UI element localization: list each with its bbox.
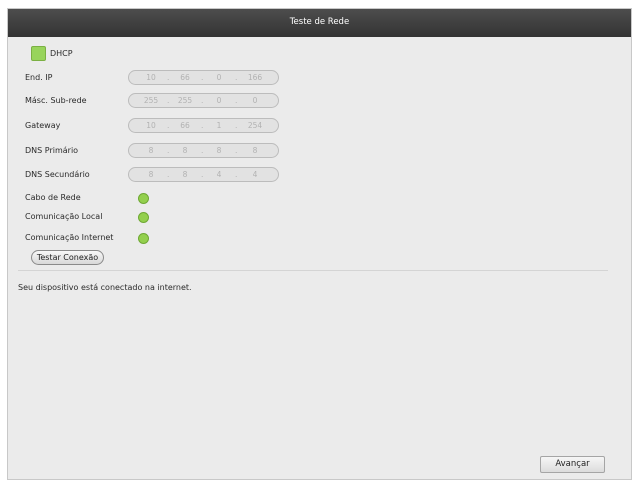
dns1-octet-1: 8 <box>148 146 154 155</box>
network-test-window: Teste de Rede <box>7 8 632 480</box>
octet-separator: . <box>167 73 170 82</box>
octet-separator: . <box>235 170 238 179</box>
dns1-octet-2: 8 <box>182 146 188 155</box>
octet-separator: . <box>235 73 238 82</box>
gateway-octet-1: 10 <box>146 121 156 130</box>
subnet-octet-3: 0 <box>216 96 222 105</box>
octet-separator: . <box>235 146 238 155</box>
ip-address-field: 10 . 66 . 0 . 166 <box>128 70 279 85</box>
network-cable-status-icon <box>138 193 149 204</box>
octet-separator: . <box>167 146 170 155</box>
gateway-octet-2: 66 <box>180 121 190 130</box>
subnet-mask-field: 255 . 255 . 0 . 0 <box>128 93 279 108</box>
octet-separator: . <box>167 170 170 179</box>
secondary-dns-label: DNS Secundário <box>25 170 90 179</box>
gateway-octet-4: 254 <box>247 121 263 130</box>
octet-separator: . <box>201 121 204 130</box>
secondary-dns-field: 8 . 8 . 4 . 4 <box>128 167 279 182</box>
octet-separator: . <box>167 121 170 130</box>
octet-separator: . <box>167 96 170 105</box>
internet-communication-label: Comunicação Internet <box>25 233 114 242</box>
window-title: Teste de Rede <box>8 9 631 37</box>
local-communication-label: Comunicação Local <box>25 212 103 221</box>
internet-communication-status-icon <box>138 233 149 244</box>
ip-octet-1: 10 <box>146 73 156 82</box>
gateway-octet-3: 1 <box>216 121 222 130</box>
dns2-octet-1: 8 <box>148 170 154 179</box>
divider <box>18 270 608 271</box>
octet-separator: . <box>201 73 204 82</box>
octet-separator: . <box>201 146 204 155</box>
dns2-octet-3: 4 <box>216 170 222 179</box>
subnet-octet-1: 255 <box>143 96 159 105</box>
octet-separator: . <box>235 96 238 105</box>
dns2-octet-2: 8 <box>182 170 188 179</box>
status-message: Seu dispositivo está conectado na intern… <box>18 283 192 292</box>
gateway-label: Gateway <box>25 121 61 130</box>
dhcp-checkbox[interactable] <box>31 46 46 61</box>
ip-octet-4: 166 <box>247 73 263 82</box>
local-communication-status-icon <box>138 212 149 223</box>
primary-dns-label: DNS Primário <box>25 146 79 155</box>
next-button[interactable]: Avançar <box>540 456 605 473</box>
dns1-octet-4: 8 <box>252 146 258 155</box>
gateway-field: 10 . 66 . 1 . 254 <box>128 118 279 133</box>
subnet-octet-2: 255 <box>177 96 193 105</box>
octet-separator: . <box>201 96 204 105</box>
ip-octet-2: 66 <box>180 73 190 82</box>
dns1-octet-3: 8 <box>216 146 222 155</box>
network-cable-label: Cabo de Rede <box>25 193 81 202</box>
dhcp-label: DHCP <box>50 49 73 58</box>
octet-separator: . <box>201 170 204 179</box>
octet-separator: . <box>235 121 238 130</box>
ip-address-label: End. IP <box>25 73 53 82</box>
subnet-octet-4: 0 <box>252 96 258 105</box>
primary-dns-field: 8 . 8 . 8 . 8 <box>128 143 279 158</box>
test-connection-button[interactable]: Testar Conexão <box>31 250 104 265</box>
ip-octet-3: 0 <box>216 73 222 82</box>
subnet-mask-label: Másc. Sub-rede <box>25 96 87 105</box>
dns2-octet-4: 4 <box>252 170 258 179</box>
